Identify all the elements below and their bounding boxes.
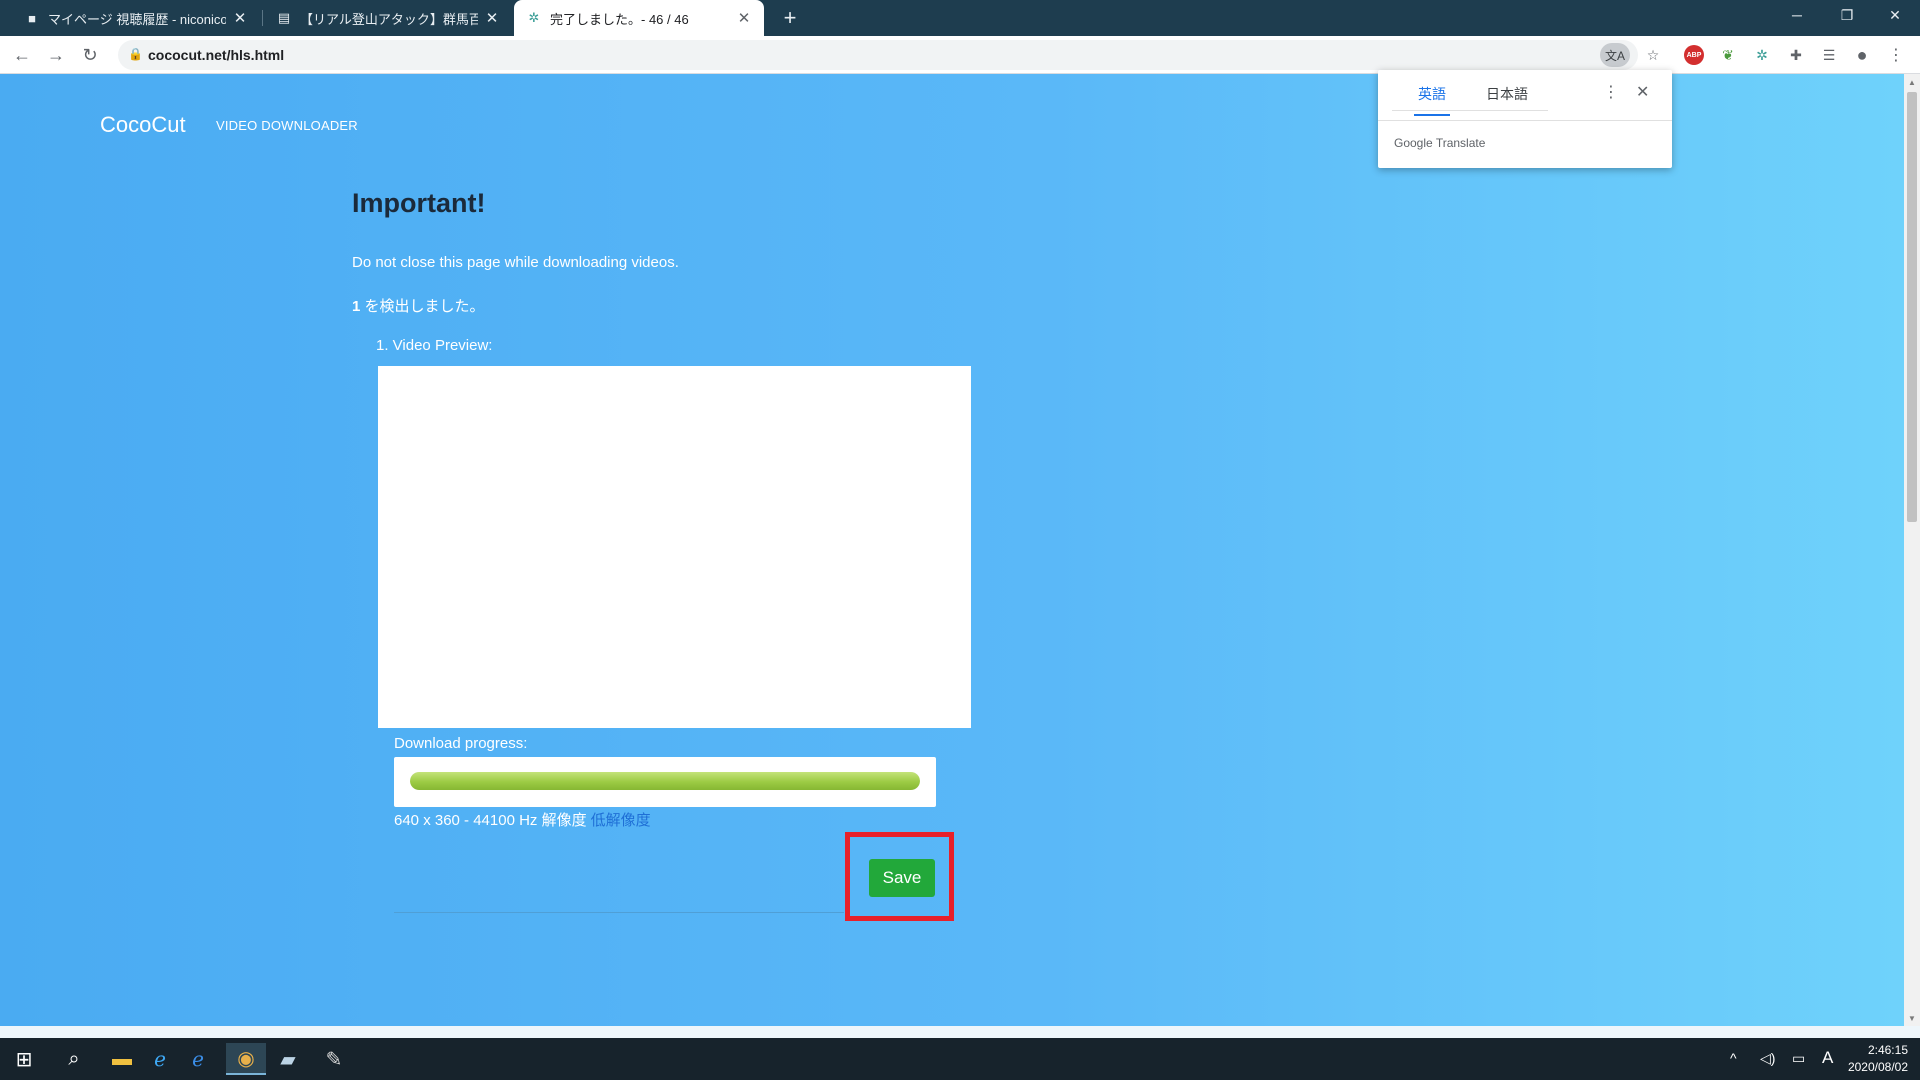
page-content: CocoCut VIDEO DOWNLOADER Important! Do n… — [0, 74, 1904, 1026]
clock[interactable]: 2:46:15 2020/08/02 — [1848, 1042, 1908, 1076]
network-icon[interactable]: ▭ — [1792, 1050, 1805, 1067]
close-window-button[interactable]: ✕ — [1872, 0, 1918, 30]
source-language-tab[interactable]: 英語 — [1414, 84, 1450, 116]
ime-indicator[interactable]: A — [1822, 1048, 1833, 1068]
tab-niconico[interactable]: ■ マイページ 視聴履歴 - niconico( ✕ — [12, 0, 260, 36]
back-arrow-icon: ← — [13, 44, 31, 65]
clock-time: 2:46:15 — [1867, 1043, 1908, 1057]
ie-icon[interactable]: ℯ — [142, 1043, 178, 1075]
forward-arrow-icon: → — [47, 44, 65, 65]
save-highlight-box: Save — [845, 832, 954, 921]
video-preview-label: 1. Video Preview: — [376, 337, 493, 354]
progress-bar — [410, 772, 920, 790]
edge-icon[interactable]: ℯ — [180, 1043, 216, 1075]
scroll-up-icon[interactable]: ▲ — [1904, 74, 1920, 90]
progress-container — [394, 757, 936, 807]
warning-text: Do not close this page while downloading… — [352, 254, 679, 271]
paint-icon[interactable]: ✎ — [316, 1043, 352, 1075]
reload-button[interactable]: ↻ — [76, 41, 104, 69]
more-options-icon[interactable]: ⋮ — [1603, 82, 1619, 102]
close-tab-icon[interactable]: ✕ — [736, 9, 752, 27]
detected-text: 1 を検出しました。 — [352, 295, 485, 316]
media-queue-icon[interactable]: ☰ — [1818, 44, 1840, 66]
tray-chevron-icon[interactable]: ^ — [1730, 1050, 1737, 1066]
low-resolution-link[interactable]: 低解像度 — [591, 812, 651, 829]
close-tab-icon[interactable]: ✕ — [484, 9, 500, 27]
url-text: cococut.net/hls.html — [148, 47, 285, 63]
search-icon[interactable]: ⌕ — [56, 1043, 92, 1075]
restore-button[interactable]: ❐ — [1824, 0, 1870, 30]
google-translate-brand: Google Translate — [1394, 136, 1486, 150]
chrome-icon[interactable]: ◉ — [226, 1043, 266, 1075]
lock-icon: 🔒 — [128, 47, 143, 61]
scroll-down-icon[interactable]: ▼ — [1904, 1010, 1920, 1026]
cococut-extension-icon[interactable]: ✲ — [1751, 44, 1773, 66]
video-icon: ▤ — [277, 10, 291, 25]
tab-title: マイページ 視聴履歴 - niconico( — [48, 11, 226, 27]
tab-title: 【リアル登山アタック】群馬百名山 — [300, 11, 478, 27]
app-icon[interactable]: ▰ — [270, 1043, 306, 1075]
star-icon[interactable]: ☆ — [1642, 44, 1664, 66]
browser-toolbar: ← → ↻ 🔒 cococut.net/hls.html 文A ☆ ABP ❦ … — [0, 36, 1920, 74]
leaf-extension-icon[interactable]: ❦ — [1717, 44, 1739, 66]
site-logo[interactable]: CocoCut — [100, 112, 186, 138]
scroll-thumb[interactable] — [1907, 92, 1917, 522]
forward-button[interactable]: → — [42, 41, 70, 69]
translate-icon[interactable]: 文A — [1600, 43, 1630, 67]
reload-icon: ↻ — [82, 44, 98, 65]
window-bottom-edge — [0, 1026, 1920, 1038]
start-icon[interactable]: ⊞ — [6, 1043, 42, 1075]
clock-date: 2020/08/02 — [1847, 1060, 1908, 1074]
progress-track — [410, 772, 920, 790]
niconico-icon: ■ — [28, 10, 36, 26]
tab-video[interactable]: ▤ 【リアル登山アタック】群馬百名山 ✕ — [264, 0, 512, 36]
cococut-icon: ✲ — [528, 10, 540, 25]
resolution-text: 640 x 360 - 44100 Hz 解像度 — [394, 812, 587, 829]
puzzle-icon[interactable]: ✚ — [1785, 44, 1807, 66]
video-preview[interactable] — [378, 366, 971, 728]
tab-title: 完了しました。- 46 / 46 — [550, 11, 689, 27]
save-button[interactable]: Save — [869, 859, 935, 897]
minimize-button[interactable]: ─ — [1774, 0, 1820, 30]
adblock-icon[interactable]: ABP — [1684, 45, 1704, 65]
close-icon[interactable]: ✕ — [1636, 82, 1649, 102]
detected-suffix: を検出しました。 — [360, 298, 485, 315]
back-button[interactable]: ← — [8, 41, 36, 69]
page-scrollbar[interactable]: ▲ ▼ — [1904, 74, 1920, 1026]
progress-label: Download progress: — [394, 735, 528, 752]
close-tab-icon[interactable]: ✕ — [232, 9, 248, 27]
page-heading: Important! — [352, 188, 486, 218]
file-explorer-icon[interactable]: ▬ — [104, 1043, 140, 1075]
tab-strip: ■ マイページ 視聴履歴 - niconico( ✕ ▤ 【リアル登山アタック】… — [0, 0, 1920, 36]
tab-separator — [262, 10, 263, 26]
divider — [394, 912, 844, 913]
taskbar: ⊞ ⌕ ▬ ℯ ℯ ◉ ▰ ✎ ^ ◁) ▭ A 2:46:15 2020/08… — [0, 1038, 1920, 1080]
resolution-info: 640 x 360 - 44100 Hz 解像度 低解像度 — [394, 809, 651, 830]
menu-icon[interactable]: ⋮ — [1885, 44, 1907, 66]
volume-icon[interactable]: ◁) — [1760, 1050, 1775, 1067]
tab-cococut[interactable]: ✲ 完了しました。- 46 / 46 ✕ — [514, 0, 764, 36]
profile-icon[interactable]: ● — [1851, 44, 1873, 66]
site-subtitle: VIDEO DOWNLOADER — [216, 118, 358, 133]
tab-underline — [1392, 110, 1548, 111]
translate-popup: 英語 日本語 ⋮ ✕ Google Translate — [1378, 70, 1672, 168]
popup-divider — [1378, 120, 1672, 121]
new-tab-button[interactable]: + — [776, 4, 804, 32]
address-bar[interactable]: 🔒 cococut.net/hls.html 文A — [118, 40, 1638, 70]
